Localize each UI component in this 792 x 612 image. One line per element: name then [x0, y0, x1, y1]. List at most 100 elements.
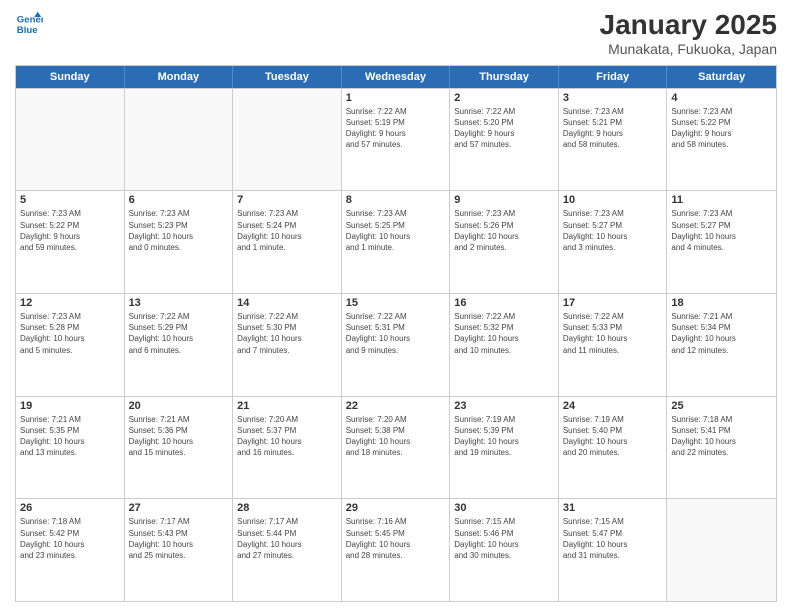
day-number: 11: [671, 194, 772, 206]
table-row: 1Sunrise: 7:22 AM Sunset: 5:19 PM Daylig…: [342, 89, 451, 191]
svg-text:Blue: Blue: [17, 25, 38, 36]
day-number: 10: [563, 194, 663, 206]
table-row: 31Sunrise: 7:15 AM Sunset: 5:47 PM Dayli…: [559, 499, 668, 601]
header-tuesday: Tuesday: [233, 66, 342, 88]
table-row: 5 Sunrise: 7:23 AM Sunset: 5:22 PM Daylig…: [16, 191, 125, 293]
table-row: 8 Sunrise: 7:23 AM Sunset: 5:25 PM Daylig…: [342, 191, 451, 293]
day-number: 4: [671, 92, 772, 104]
table-row: [125, 89, 234, 191]
day-info: Sunrise: 7:15 AM Sunset: 5:46 PM Dayligh…: [454, 516, 554, 561]
day-info: Sunrise: 7:20 AM Sunset: 5:37 PM Dayligh…: [237, 414, 337, 459]
day-number: 16: [454, 297, 554, 309]
day-number: 21: [237, 400, 337, 412]
table-row: 16 Sunrise: 7:22 AM Sunset: 5:32 PM Dayli…: [450, 294, 559, 396]
table-row: 15Sunrise: 7:22 AM Sunset: 5:31 PM Dayli…: [342, 294, 451, 396]
day-info: Sunrise: 7:20 AM Sunset: 5:38 PM Dayligh…: [346, 414, 446, 459]
cal-week-5: 26 Sunrise: 7:18 AM Sunset: 5:42 PM Dayli…: [16, 498, 776, 601]
cal-week-4: 19 Sunrise: 7:21 AM Sunset: 5:35 PM Dayli…: [16, 396, 776, 499]
day-info: Sunrise: 7:23 AM Sunset: 5:22 PM Dayligh…: [20, 208, 120, 253]
day-number: 29: [346, 502, 446, 514]
day-info: Sunrise: 7:22 AM Sunset: 5:31 PM Dayligh…: [346, 311, 446, 356]
day-info: Sunrise: 7:23 AM Sunset: 5:26 PM Dayligh…: [454, 208, 554, 253]
table-row: 19 Sunrise: 7:21 AM Sunset: 5:35 PM Dayli…: [16, 397, 125, 499]
day-number: 18: [671, 297, 772, 309]
day-number: 20: [129, 400, 229, 412]
table-row: 12Sunrise: 7:23 AM Sunset: 5:28 PM Dayli…: [16, 294, 125, 396]
cal-week-2: 5 Sunrise: 7:23 AM Sunset: 5:22 PM Daylig…: [16, 190, 776, 293]
day-info: Sunrise: 7:15 AM Sunset: 5:47 PM Dayligh…: [563, 516, 663, 561]
day-info: Sunrise: 7:23 AM Sunset: 5:27 PM Dayligh…: [671, 208, 772, 253]
table-row: 22Sunrise: 7:20 AM Sunset: 5:38 PM Dayli…: [342, 397, 451, 499]
day-info: Sunrise: 7:22 AM Sunset: 5:20 PM Dayligh…: [454, 106, 554, 151]
day-info: Sunrise: 7:18 AM Sunset: 5:42 PM Dayligh…: [20, 516, 120, 561]
table-row: 4 Sunrise: 7:23 AM Sunset: 5:22 PM Daylig…: [667, 89, 776, 191]
day-number: 1: [346, 92, 446, 104]
day-info: Sunrise: 7:23 AM Sunset: 5:22 PM Dayligh…: [671, 106, 772, 151]
table-row: 7 Sunrise: 7:23 AM Sunset: 5:24 PM Daylig…: [233, 191, 342, 293]
day-number: 19: [20, 400, 120, 412]
day-info: Sunrise: 7:22 AM Sunset: 5:32 PM Dayligh…: [454, 311, 554, 356]
calendar-title: January 2025: [600, 10, 777, 41]
day-info: Sunrise: 7:16 AM Sunset: 5:45 PM Dayligh…: [346, 516, 446, 561]
day-number: 2: [454, 92, 554, 104]
calendar: Sunday Monday Tuesday Wednesday Thursday…: [15, 65, 777, 602]
day-number: 24: [563, 400, 663, 412]
table-row: 28 Sunrise: 7:17 AM Sunset: 5:44 PM Dayli…: [233, 499, 342, 601]
table-row: 2 Sunrise: 7:22 AM Sunset: 5:20 PM Daylig…: [450, 89, 559, 191]
header-saturday: Saturday: [667, 66, 776, 88]
day-number: 9: [454, 194, 554, 206]
logo-icon: General Blue: [15, 10, 43, 38]
table-row: 21 Sunrise: 7:20 AM Sunset: 5:37 PM Dayli…: [233, 397, 342, 499]
page: General Blue January 2025 Munakata, Fuku…: [0, 0, 792, 612]
table-row: 24 Sunrise: 7:19 AM Sunset: 5:40 PM Dayli…: [559, 397, 668, 499]
day-info: Sunrise: 7:19 AM Sunset: 5:40 PM Dayligh…: [563, 414, 663, 459]
table-row: 13 Sunrise: 7:22 AM Sunset: 5:29 PM Dayli…: [125, 294, 234, 396]
day-info: Sunrise: 7:23 AM Sunset: 5:25 PM Dayligh…: [346, 208, 446, 253]
table-row: 10Sunrise: 7:23 AM Sunset: 5:27 PM Dayli…: [559, 191, 668, 293]
day-info: Sunrise: 7:22 AM Sunset: 5:33 PM Dayligh…: [563, 311, 663, 356]
cal-week-1: 1Sunrise: 7:22 AM Sunset: 5:19 PM Daylig…: [16, 88, 776, 191]
calendar-subtitle: Munakata, Fukuoka, Japan: [600, 41, 777, 57]
table-row: 20 Sunrise: 7:21 AM Sunset: 5:36 PM Dayli…: [125, 397, 234, 499]
header-thursday: Thursday: [450, 66, 559, 88]
day-number: 23: [454, 400, 554, 412]
day-info: Sunrise: 7:17 AM Sunset: 5:44 PM Dayligh…: [237, 516, 337, 561]
day-info: Sunrise: 7:23 AM Sunset: 5:23 PM Dayligh…: [129, 208, 229, 253]
table-row: 17 Sunrise: 7:22 AM Sunset: 5:33 PM Dayli…: [559, 294, 668, 396]
day-number: 6: [129, 194, 229, 206]
logo: General Blue: [15, 10, 43, 38]
day-info: Sunrise: 7:21 AM Sunset: 5:35 PM Dayligh…: [20, 414, 120, 459]
day-number: 30: [454, 502, 554, 514]
table-row: 29 Sunrise: 7:16 AM Sunset: 5:45 PM Dayli…: [342, 499, 451, 601]
day-info: Sunrise: 7:22 AM Sunset: 5:29 PM Dayligh…: [129, 311, 229, 356]
day-number: 25: [671, 400, 772, 412]
day-info: Sunrise: 7:18 AM Sunset: 5:41 PM Dayligh…: [671, 414, 772, 459]
table-row: [667, 499, 776, 601]
cal-week-3: 12Sunrise: 7:23 AM Sunset: 5:28 PM Dayli…: [16, 293, 776, 396]
day-number: 12: [20, 297, 120, 309]
day-info: Sunrise: 7:21 AM Sunset: 5:36 PM Dayligh…: [129, 414, 229, 459]
day-number: 3: [563, 92, 663, 104]
table-row: 30 Sunrise: 7:15 AM Sunset: 5:46 PM Dayli…: [450, 499, 559, 601]
table-row: 26 Sunrise: 7:18 AM Sunset: 5:42 PM Dayli…: [16, 499, 125, 601]
title-block: January 2025 Munakata, Fukuoka, Japan: [600, 10, 777, 57]
day-number: 26: [20, 502, 120, 514]
day-number: 5: [20, 194, 120, 206]
header: General Blue January 2025 Munakata, Fuku…: [15, 10, 777, 57]
day-number: 27: [129, 502, 229, 514]
day-info: Sunrise: 7:17 AM Sunset: 5:43 PM Dayligh…: [129, 516, 229, 561]
table-row: [16, 89, 125, 191]
day-info: Sunrise: 7:23 AM Sunset: 5:24 PM Dayligh…: [237, 208, 337, 253]
day-info: Sunrise: 7:21 AM Sunset: 5:34 PM Dayligh…: [671, 311, 772, 356]
day-number: 17: [563, 297, 663, 309]
table-row: 9 Sunrise: 7:23 AM Sunset: 5:26 PM Daylig…: [450, 191, 559, 293]
day-number: 13: [129, 297, 229, 309]
header-friday: Friday: [559, 66, 668, 88]
header-wednesday: Wednesday: [342, 66, 451, 88]
day-number: 8: [346, 194, 446, 206]
day-number: 14: [237, 297, 337, 309]
table-row: 18 Sunrise: 7:21 AM Sunset: 5:34 PM Dayli…: [667, 294, 776, 396]
table-row: 27 Sunrise: 7:17 AM Sunset: 5:43 PM Dayli…: [125, 499, 234, 601]
day-number: 7: [237, 194, 337, 206]
day-number: 28: [237, 502, 337, 514]
